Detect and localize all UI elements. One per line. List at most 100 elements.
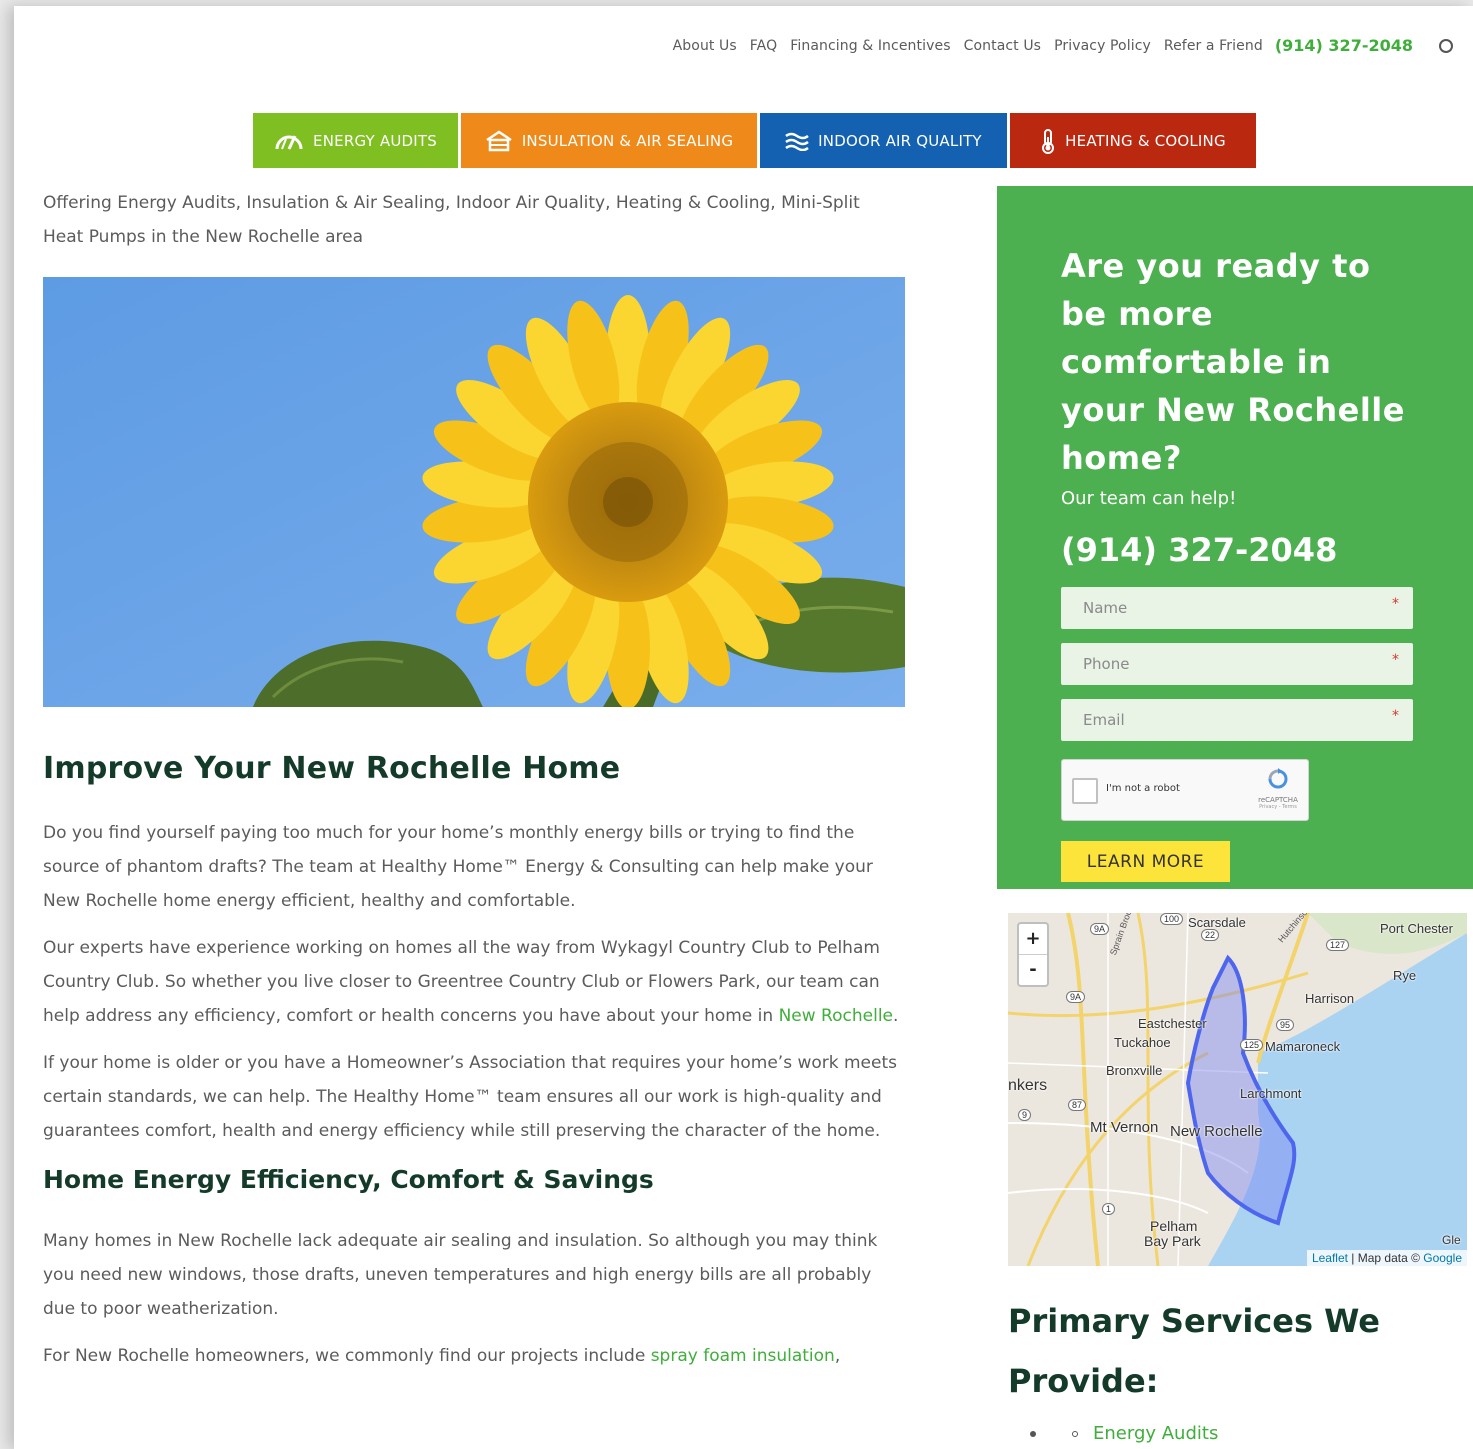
page: About Us FAQ Financing & Incentives Cont… [14,6,1473,1449]
tab-indoor-air-quality[interactable]: INDOOR AIR QUALITY [760,113,1007,168]
top-navigation: About Us FAQ Financing & Incentives Cont… [14,36,1473,60]
contact-form: Are you ready to be more comfortable in … [1061,242,1421,882]
bullet-circle [1072,1430,1078,1437]
map-road-shield: 87 [1068,1099,1087,1111]
recaptcha-terms[interactable]: Privacy - Terms [1258,804,1298,810]
paragraph-1: Do you find yourself paying too much for… [43,823,873,911]
phone-field-wrapper: * [1061,643,1413,685]
spray-foam-link[interactable]: spray foam insulation [651,1346,835,1366]
header-phone-link[interactable]: (914) 327-2048 [1275,36,1413,55]
map-road-shield: 9A [1090,923,1110,935]
map-place-label: Tuckahoe [1114,1035,1171,1050]
map-road-shield: 9A [1066,991,1086,1003]
top-nav-links: About Us FAQ Financing & Incentives Cont… [660,36,1453,55]
map-place-label: Bay Park [1144,1233,1201,1249]
recaptcha-checkbox[interactable] [1072,778,1098,804]
map-road-shield: 125 [1240,1039,1264,1051]
map-place-label: Bronxville [1106,1063,1163,1078]
map-road-shield: 100 [1160,913,1184,925]
map-place-label: New Rochelle [1170,1123,1263,1140]
recaptcha-icon [1268,768,1288,789]
map-place-label: Pelham [1150,1218,1198,1234]
cta-phone[interactable]: (914) 327-2048 [1061,531,1421,569]
required-marker: * [1392,652,1399,668]
phone-field[interactable] [1061,643,1413,685]
tab-label: HEATING & COOLING [1065,131,1226,150]
paragraph-4: Many homes in New Rochelle lack adequate… [43,1231,878,1319]
leaflet-link[interactable]: Leaflet [1312,1251,1348,1265]
map-road-shield: 95 [1276,1019,1295,1031]
map-road-shield: 127 [1326,939,1350,951]
recaptcha-label: I'm not a robot [1106,783,1180,794]
map-road-shield: 1 [1102,1203,1116,1215]
section-heading: Home Energy Efficiency, Comfort & Saving… [43,1165,654,1194]
google-link[interactable]: Google [1423,1251,1462,1265]
map-place-label: nkers [1008,1077,1048,1094]
tab-heating-cooling[interactable]: HEATING & COOLING [1010,113,1256,168]
paragraph-5-end: , [834,1346,841,1366]
map-road-shield: 22 [1201,929,1220,941]
service-tabs: ENERGY AUDITS INSULATION & AIR SEALING I… [253,113,1256,168]
cta-subtitle: Our team can help! [1061,488,1237,509]
map-attribution: Leaflet | Map data © Google [1306,1250,1467,1266]
search-icon[interactable] [1439,38,1453,53]
name-field-wrapper: * [1061,587,1413,629]
map-zoom-controls: + - [1017,922,1049,987]
map-place-label: Harrison [1305,991,1355,1006]
learn-more-button[interactable]: LEARN MORE [1061,841,1230,882]
service-energy-audits-link[interactable]: Energy Audits [1093,1423,1218,1444]
map-place-label: Rye [1393,968,1417,983]
tab-energy-audits[interactable]: ENERGY AUDITS [253,113,458,168]
gauge-icon [275,134,303,150]
map-place-label: Mamaroneck [1265,1039,1341,1054]
email-field[interactable] [1061,699,1413,741]
map-road-shield: 9 [1018,1109,1032,1121]
main-content: Offering Energy Audits, Insulation & Air… [43,186,905,1373]
nav-refer-friend[interactable]: Refer a Friend [1164,38,1263,54]
recaptcha-widget: I'm not a robot reCAPTCHA Privacy - Term… [1061,759,1309,821]
services-list: Energy Audits [1008,1423,1468,1444]
sunflower-image [43,277,905,707]
cta-title: Are you ready to be more comfortable in … [1061,247,1405,477]
zoom-in-button[interactable]: + [1019,924,1047,954]
nav-contact-us[interactable]: Contact Us [964,38,1041,54]
nav-privacy-policy[interactable]: Privacy Policy [1054,38,1151,54]
map-place-label: Eastchester [1138,1016,1207,1031]
name-field[interactable] [1061,587,1413,629]
map-place-label: Larchmont [1240,1086,1302,1101]
hero-image [43,277,905,707]
paragraph-2: Our experts have experience working on h… [43,931,905,1033]
primary-services: Primary Services We Provide: Energy Audi… [1008,1291,1468,1444]
map-place-label: Mt Vernon [1090,1119,1159,1136]
nav-about-us[interactable]: About Us [673,38,737,54]
recaptcha-logo: reCAPTCHA Privacy - Terms [1258,768,1298,810]
new-rochelle-link[interactable]: New Rochelle [779,1006,893,1026]
service-area-map[interactable]: + - Scarsdale Port Chester Rye Harrison East… [1008,913,1467,1266]
attribution-separator: | Map data © [1347,1251,1424,1265]
contact-form-panel: Are you ready to be more comfortable in … [997,186,1473,889]
zoom-out-button[interactable]: - [1019,954,1047,985]
nav-financing[interactable]: Financing & Incentives [790,38,950,54]
house-icon [486,129,512,151]
intro-text: Offering Energy Audits, Insulation & Air… [43,193,860,247]
map-place-label: Gle [1442,1233,1461,1247]
tab-insulation-air-sealing[interactable]: INSULATION & AIR SEALING [461,113,757,168]
tab-label: INDOOR AIR QUALITY [818,131,982,150]
nav-faq[interactable]: FAQ [750,38,777,54]
paragraph-2-text: Our experts have experience working on h… [43,938,880,1026]
paragraph-5: For New Rochelle homeowners, we commonly… [43,1339,905,1373]
paragraph-2-end: . [893,1006,899,1026]
required-marker: * [1392,708,1399,724]
thermometer-icon [1042,128,1055,154]
map-place-label: Port Chester [1380,921,1453,936]
air-waves-icon [785,132,809,151]
tab-label: INSULATION & AIR SEALING [521,131,734,150]
map-place-label: Scarsdale [1188,915,1246,930]
map-tiles [1008,913,1467,1266]
page-heading: Improve Your New Rochelle Home [43,751,621,786]
tab-label: ENERGY AUDITS [313,131,437,150]
paragraph-3: If your home is older or you have a Home… [43,1053,898,1141]
bullet-dot [1030,1430,1036,1437]
email-field-wrapper: * [1061,699,1413,741]
required-marker: * [1392,596,1399,612]
